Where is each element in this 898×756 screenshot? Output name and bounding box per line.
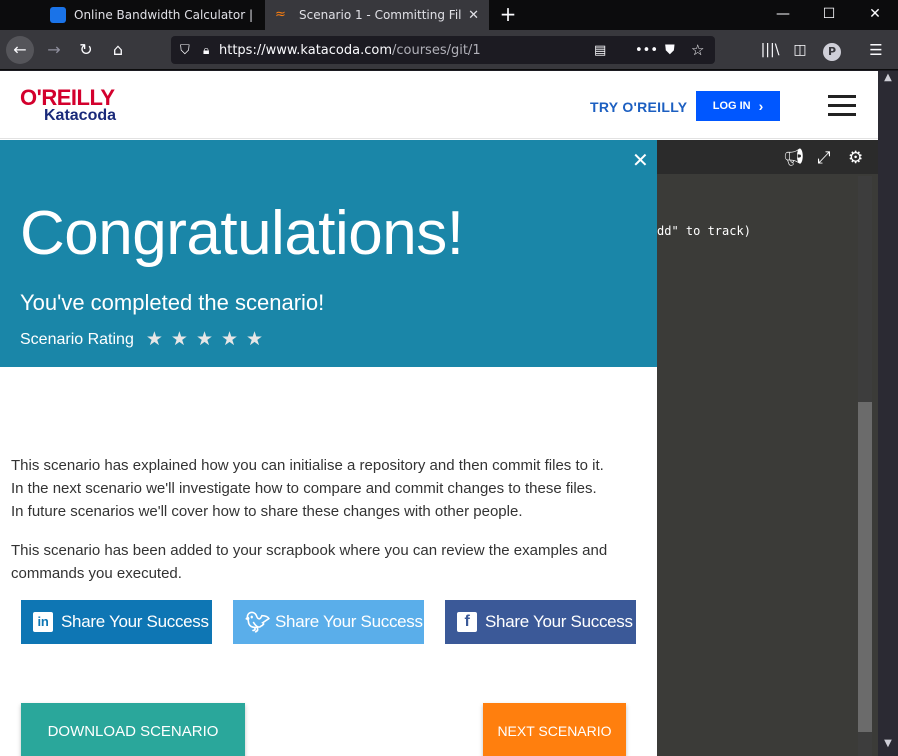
reload-button[interactable]: ↻ [72, 36, 100, 64]
oreilly-katacoda-logo[interactable]: O'REILLY Katacoda [20, 85, 116, 125]
shield-icon[interactable]: ⛉ [180, 43, 190, 58]
new-tab-button[interactable]: + [496, 3, 520, 27]
paragraph-line: In the next scenario we'll investigate h… [11, 480, 597, 497]
download-scenario-button[interactable]: DOWNLOAD SCENARIO [21, 703, 245, 756]
terminal-scrollbar-thumb[interactable] [858, 402, 872, 732]
try-oreilly-link[interactable]: TRY O'REILLY [590, 99, 687, 115]
reader-view-icon[interactable]: ▤ [594, 43, 606, 58]
browser-nav-bar: ← → ↻ ⌂ ⛉ 🔒︎ https://www.katacoda.com/co… [0, 30, 898, 70]
twitter-bird-icon: 🐦︎ [245, 611, 271, 634]
facebook-icon: f [457, 612, 477, 632]
back-button[interactable]: ← [6, 36, 34, 64]
modal-banner: ✕ Congratulations! You've completed the … [0, 140, 657, 367]
scenario-rating: Scenario Rating ★ ★ ★ ★ ★ [20, 328, 263, 351]
paragraph-line: This scenario has explained how you can … [11, 457, 604, 474]
tab-bandwidth-calculator[interactable]: Online Bandwidth Calculator | C [40, 0, 264, 30]
terminal-pane[interactable]: 📢︎ ⤢ ⚙ dd" to track) [657, 140, 878, 756]
share-linkedin-button[interactable]: in Share Your Success [21, 600, 212, 644]
paragraph-line: commands you executed. [11, 565, 182, 582]
tab-scenario-1[interactable]: ≈ Scenario 1 - Committing Files | ✕ [265, 0, 489, 30]
next-scenario-button[interactable]: NEXT SCENARIO [483, 703, 626, 756]
scroll-up-arrow-icon[interactable]: ▲ [878, 72, 898, 88]
modal-title: Congratulations! [20, 199, 464, 268]
site-header: O'REILLY Katacoda TRY O'REILLY LOG IN › [0, 71, 878, 139]
close-modal-icon[interactable]: ✕ [632, 148, 649, 172]
rating-star-2-icon[interactable]: ★ [171, 328, 188, 351]
home-button[interactable]: ⌂ [104, 36, 132, 64]
url-text: https://www.katacoda.com/courses/git/1 [219, 43, 481, 58]
hamburger-menu-icon[interactable] [828, 95, 856, 117]
bookmark-star-icon[interactable]: ☆ [691, 41, 704, 59]
window-close-button[interactable]: ✕ [852, 0, 898, 30]
paragraph-line: In future scenarios we'll cover how to s… [11, 503, 523, 520]
paragraph-line: This scenario has been added to your scr… [11, 542, 608, 559]
share-twitter-button[interactable]: 🐦︎ Share Your Success [233, 600, 424, 644]
forward-button[interactable]: → [40, 36, 68, 64]
page-scrollbar[interactable] [878, 71, 898, 756]
globe-icon [50, 7, 66, 23]
terminal-output: dd" to track) [657, 224, 751, 238]
library-icon[interactable]: |||\ [756, 36, 784, 64]
rating-star-5-icon[interactable]: ★ [246, 328, 263, 351]
profile-icon[interactable]: P [818, 36, 846, 64]
tab-title: Online Bandwidth Calculator | C [74, 8, 254, 22]
share-label: Share Your Success [485, 612, 633, 631]
linkedin-icon: in [33, 612, 53, 632]
expand-icon[interactable]: ⤢ [817, 148, 831, 168]
url-path: /courses/git/1 [391, 42, 481, 58]
login-button[interactable]: LOG IN › [696, 91, 780, 121]
chevron-right-icon: › [758, 98, 764, 114]
page-actions-icon[interactable]: ••• [635, 43, 658, 58]
profile-initial: P [823, 43, 841, 61]
menu-icon[interactable]: ☰ [862, 36, 890, 64]
share-facebook-button[interactable]: f Share Your Success [445, 600, 636, 644]
pocket-icon[interactable]: ⛊ [665, 43, 675, 58]
browser-tab-bar: Online Bandwidth Calculator | C ≈ Scenar… [0, 0, 898, 30]
rating-star-1-icon[interactable]: ★ [146, 328, 163, 351]
rating-star-4-icon[interactable]: ★ [221, 328, 238, 351]
megaphone-icon[interactable]: 📢︎ [783, 148, 805, 168]
close-tab-icon[interactable]: ✕ [468, 8, 479, 23]
rating-star-3-icon[interactable]: ★ [196, 328, 213, 351]
maximize-button[interactable]: ☐ [806, 0, 852, 30]
tab-title: Scenario 1 - Committing Files | [299, 8, 462, 22]
terminal-toolbar: 📢︎ ⤢ ⚙ [657, 140, 878, 174]
minimize-button[interactable]: — [760, 0, 806, 30]
modal-subtitle: You've completed the scenario! [20, 290, 325, 315]
congratulations-modal: ✕ Congratulations! You've completed the … [0, 140, 657, 756]
brand-bottom: Katacoda [44, 107, 117, 124]
settings-gear-icon[interactable]: ⚙ [848, 148, 863, 168]
scroll-down-arrow-icon[interactable]: ▼ [878, 738, 898, 754]
rating-label: Scenario Rating [20, 330, 134, 348]
share-label: Share Your Success [275, 612, 423, 631]
url-host: https://www.katacoda.com [219, 42, 392, 58]
katacoda-favicon-icon: ≈ [275, 7, 286, 22]
share-label: Share Your Success [61, 612, 209, 631]
page-viewport: O'REILLY Katacoda TRY O'REILLY LOG IN › … [0, 71, 878, 756]
scrapbook-paragraph: This scenario has been added to your scr… [11, 539, 607, 585]
sidebar-icon[interactable]: ◫ [786, 36, 814, 64]
url-bar[interactable]: ⛉ 🔒︎ https://www.katacoda.com/courses/gi… [171, 36, 715, 64]
lock-icon[interactable]: 🔒︎ [203, 43, 209, 58]
login-label: LOG IN [712, 100, 751, 112]
completion-paragraph: This scenario has explained how you can … [11, 454, 604, 523]
